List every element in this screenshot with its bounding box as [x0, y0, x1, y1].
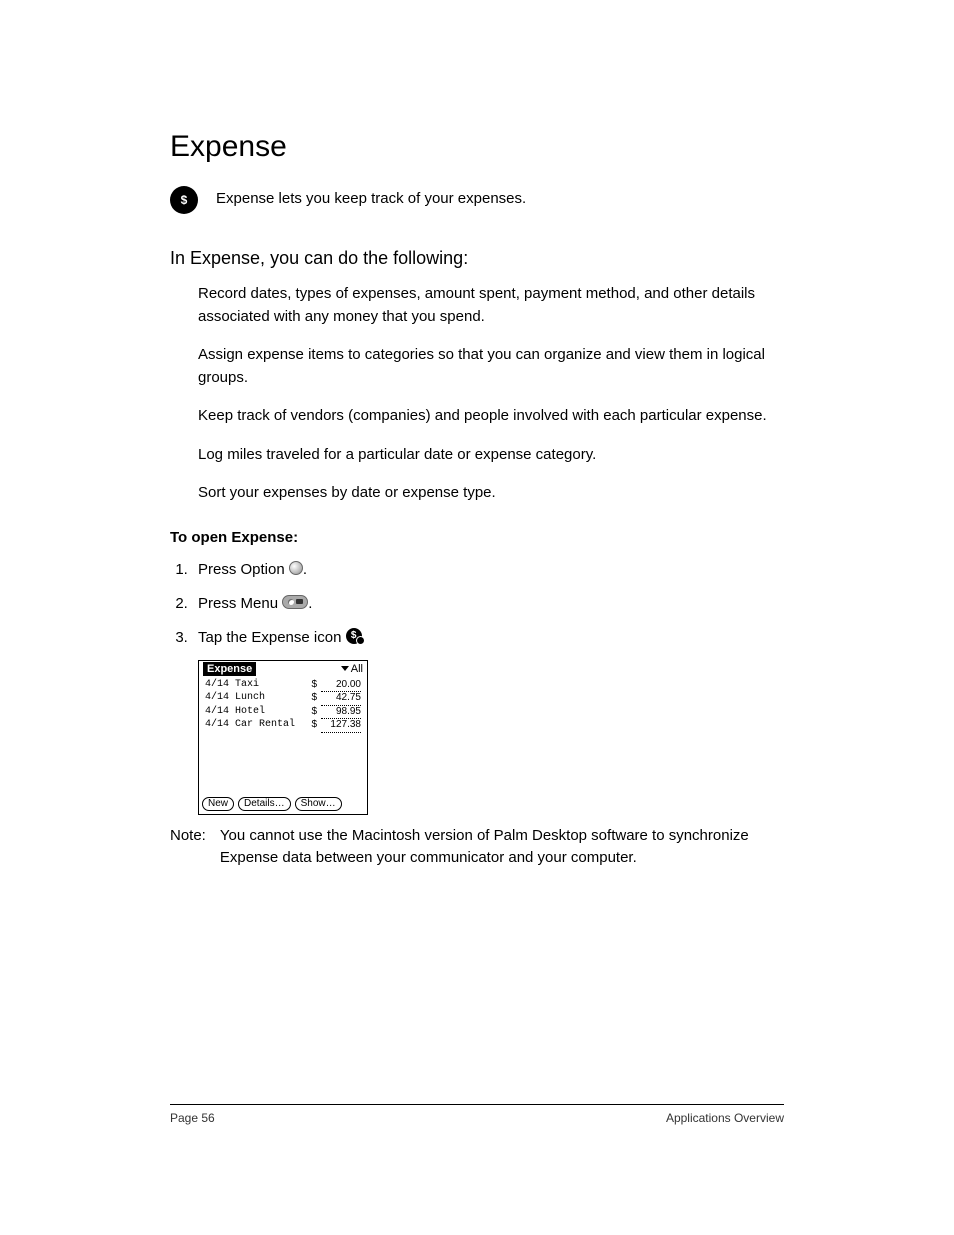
palm-list: 4/14 Taxi $20.00 4/14 Lunch $42.75 4/14 …: [199, 677, 367, 794]
step-text: Tap the Expense icon: [198, 629, 346, 646]
footer-section-name: Applications Overview: [666, 1111, 784, 1125]
row-amount: 20.00: [321, 679, 361, 693]
step-item: Tap the Expense icon .: [192, 626, 784, 650]
row-desc: Hotel: [235, 706, 265, 717]
palm-app-title: Expense: [203, 662, 256, 676]
row-currency: $: [311, 692, 317, 706]
details-button[interactable]: Details…: [238, 797, 291, 811]
step-item: Press Menu .: [192, 592, 784, 616]
intro-text: Expense lets you keep track of your expe…: [216, 186, 526, 211]
page-title: Expense: [170, 130, 784, 164]
svg-text:$: $: [181, 193, 188, 207]
feature-item: Sort your expenses by date or expense ty…: [198, 482, 784, 505]
row-currency: $: [311, 719, 317, 733]
step-item: Press Option .: [192, 558, 784, 582]
intro-row: $ Expense lets you keep track of your ex…: [170, 186, 784, 214]
feature-item: Keep track of vendors (companies) and pe…: [198, 405, 784, 428]
row-date: 4/14: [205, 719, 229, 730]
feature-item: Log miles traveled for a particular date…: [198, 444, 784, 467]
row-amount: 127.38: [321, 719, 361, 733]
page-footer: Page 56 Applications Overview: [170, 1104, 784, 1125]
row-currency: $: [311, 679, 317, 693]
dropdown-icon: [341, 666, 349, 671]
expense-app-icon: $: [170, 186, 198, 214]
footer-page-number: Page 56: [170, 1111, 215, 1125]
row-date: 4/14: [205, 706, 229, 717]
feature-item: Assign expense items to categories so th…: [198, 344, 784, 389]
row-desc: Lunch: [235, 692, 265, 703]
row-desc: Car Rental: [235, 719, 295, 730]
document-page: Expense $ Expense lets you keep track of…: [0, 0, 954, 1235]
note-label: Note:: [170, 825, 206, 870]
row-amount: 98.95: [321, 706, 361, 720]
expense-row[interactable]: 4/14 Hotel $98.95: [205, 706, 361, 720]
row-currency: $: [311, 706, 317, 720]
expense-row[interactable]: 4/14 Lunch $42.75: [205, 692, 361, 706]
step-text: Press Option: [198, 561, 289, 578]
expense-row[interactable]: 4/14 Taxi $20.00: [205, 679, 361, 693]
palm-header: Expense All: [199, 661, 367, 677]
palm-category-label: All: [351, 663, 363, 675]
step-list: Press Option . Press Menu . Tap the Expe…: [170, 558, 784, 650]
section-heading: In Expense, you can do the following:: [170, 248, 784, 269]
step-text: Press Menu: [198, 595, 282, 612]
palm-category-picker[interactable]: All: [341, 663, 363, 675]
feature-item: Record dates, types of expenses, amount …: [198, 283, 784, 328]
palm-button-bar: New Details… Show…: [199, 794, 367, 814]
note-block: Note: You cannot use the Macintosh versi…: [170, 825, 784, 870]
row-date: 4/14: [205, 692, 229, 703]
row-desc: Taxi: [235, 679, 259, 690]
procedure-heading: To open Expense:: [170, 529, 784, 546]
menu-key-icon: [282, 595, 308, 609]
note-text: You cannot use the Macintosh version of …: [220, 825, 784, 870]
feature-list: Record dates, types of expenses, amount …: [170, 283, 784, 505]
expense-row[interactable]: 4/14 Car Rental $127.38: [205, 719, 361, 733]
row-amount: 42.75: [321, 692, 361, 706]
row-date: 4/14: [205, 679, 229, 690]
step-text: .: [308, 595, 312, 612]
new-button[interactable]: New: [202, 797, 234, 811]
palm-screenshot: Expense All 4/14 Taxi $20.00 4/14 Lunch …: [198, 660, 368, 815]
show-button[interactable]: Show…: [295, 797, 342, 811]
option-key-icon: [289, 561, 303, 575]
expense-icon: [346, 628, 362, 644]
step-text: .: [303, 561, 307, 578]
